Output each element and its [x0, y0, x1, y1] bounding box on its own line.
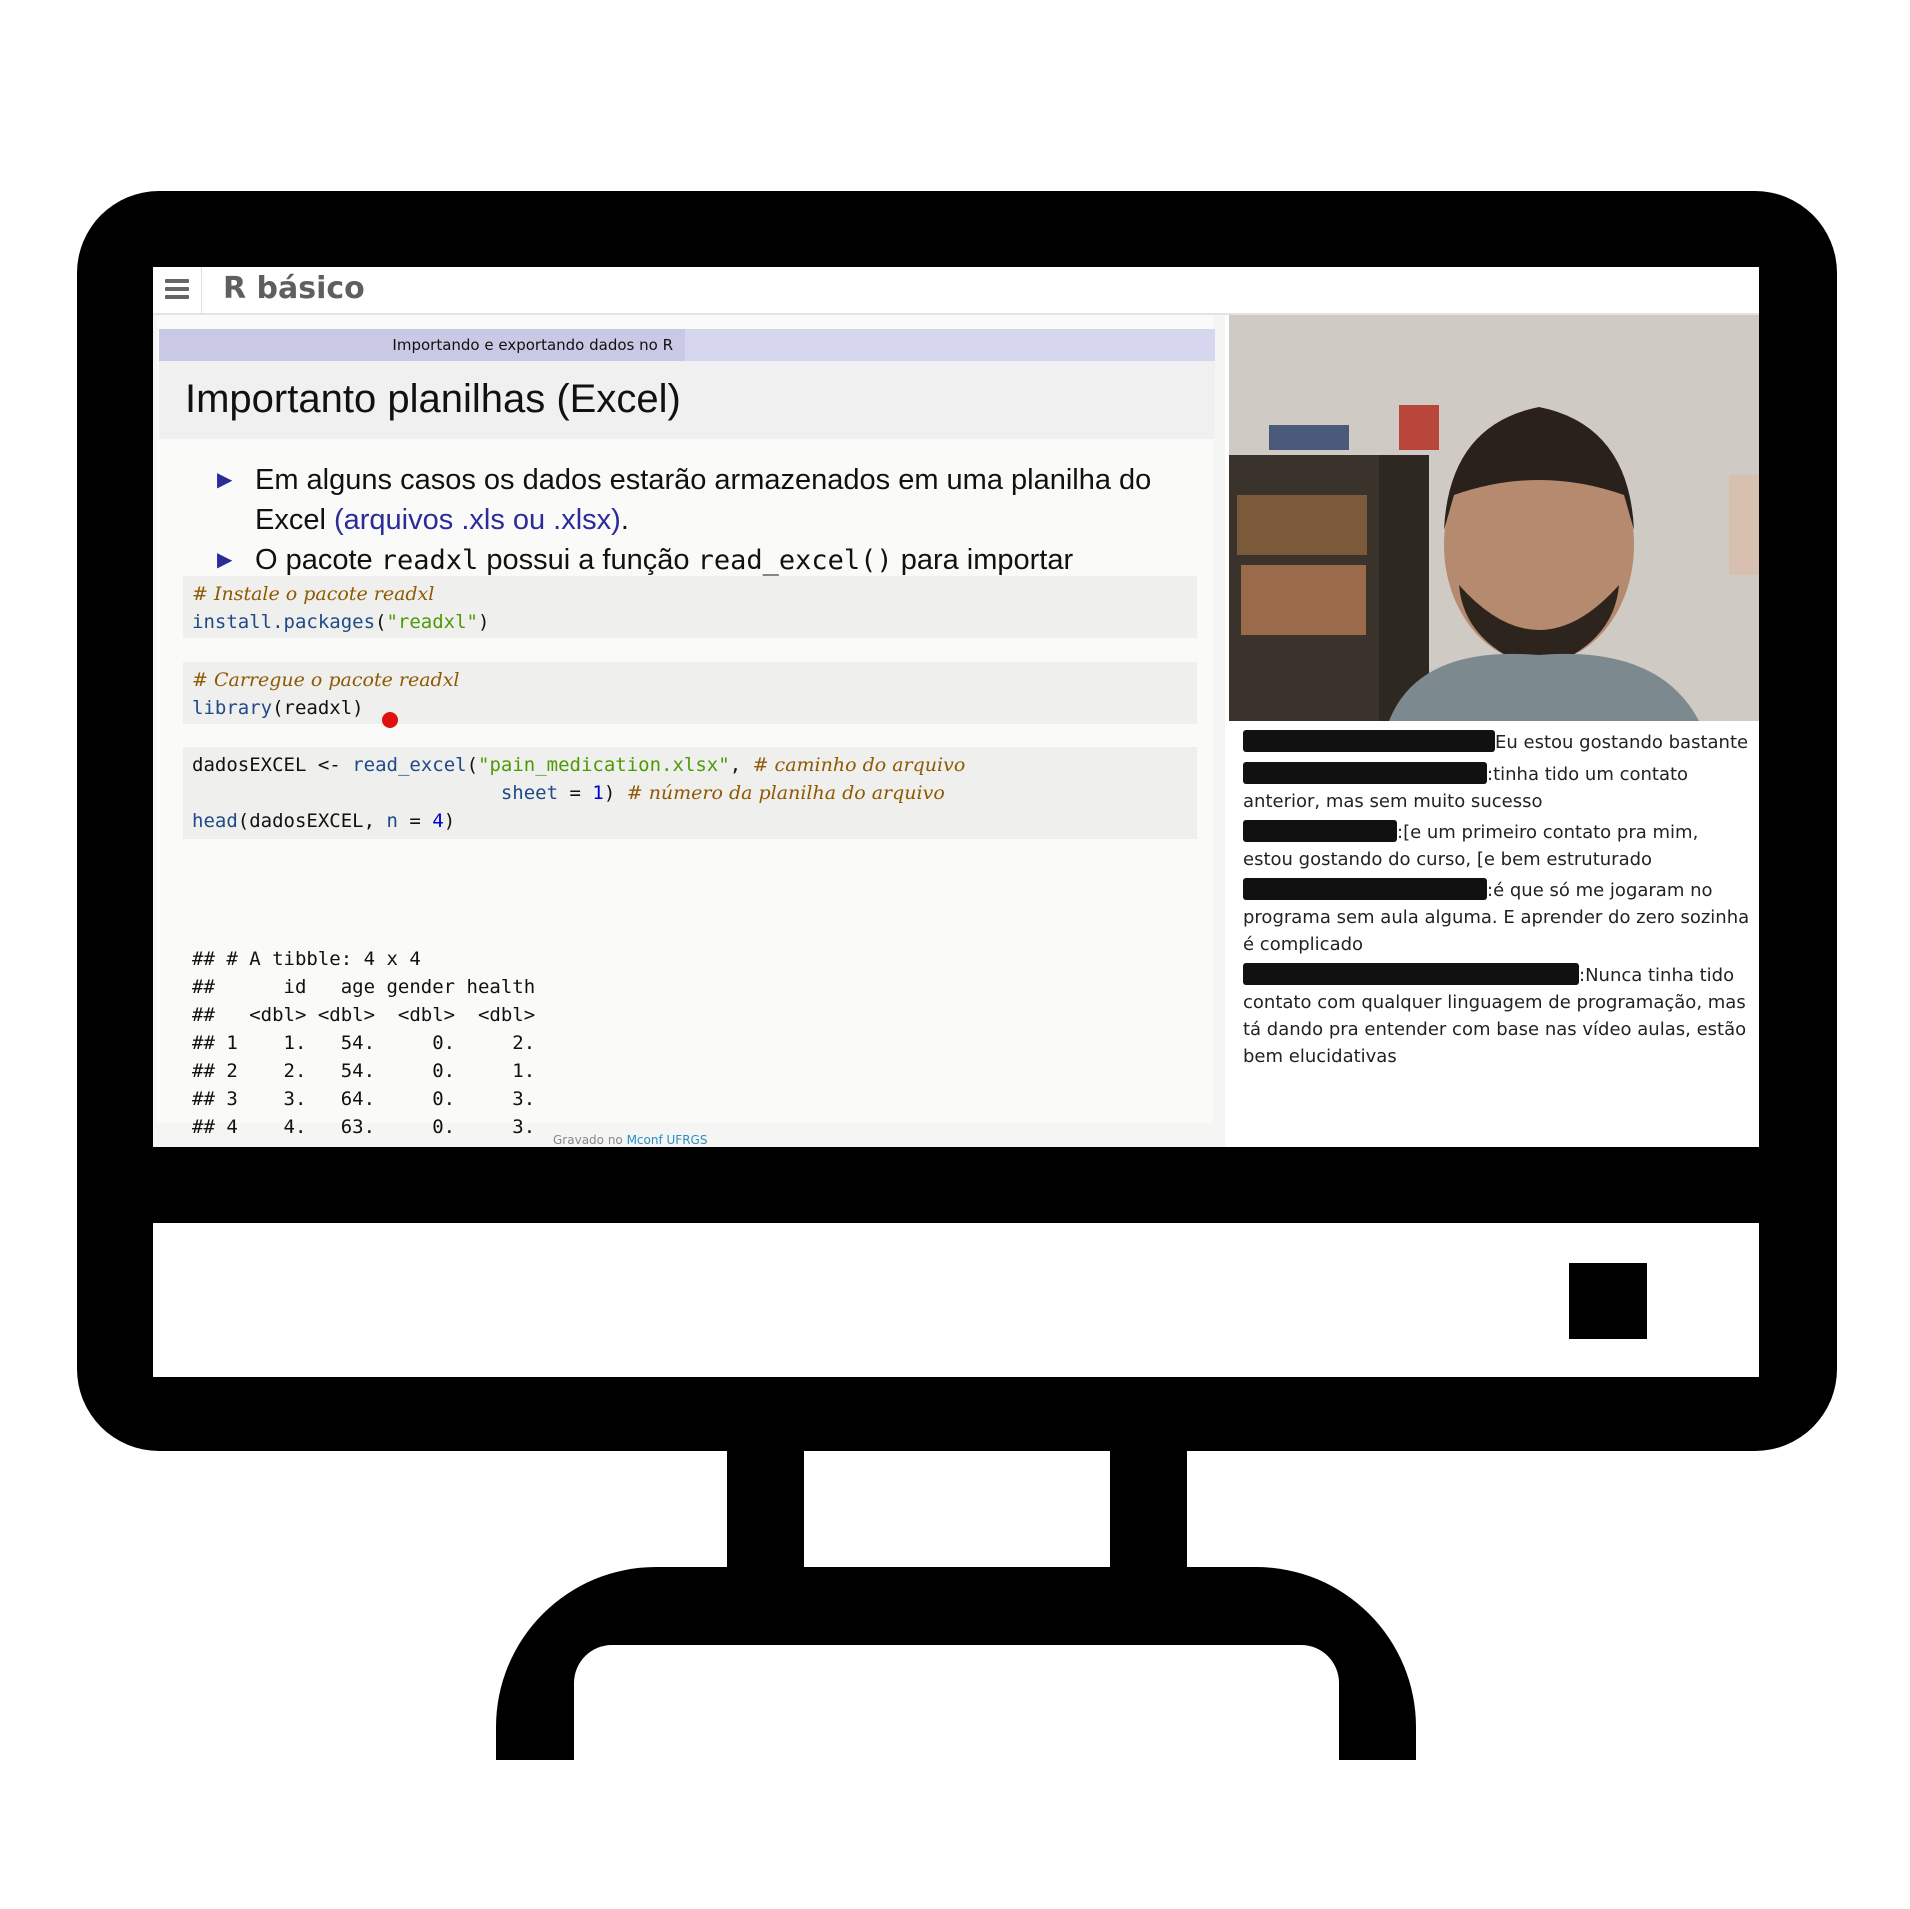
- slide-title-band: Importanto planilhas (Excel): [159, 361, 1215, 439]
- code-text: ): [603, 782, 627, 804]
- redacted-name: [1243, 730, 1495, 752]
- screen: R básico Importando e exportando dados n…: [153, 267, 1759, 1147]
- bullet-text: .: [620, 504, 629, 536]
- code-number: 1: [592, 782, 604, 804]
- bullet-highlight: (arquivos .xls ou .xlsx): [333, 504, 621, 536]
- code-function: library: [192, 697, 273, 719]
- chat-panel: Eu estou gostando bastante :tinha tido u…: [1229, 721, 1759, 1147]
- chat-message: :[e um primeiro contato pra mim, estou g…: [1243, 819, 1753, 873]
- webcam-image: [1229, 315, 1759, 721]
- code-text: (: [375, 611, 387, 633]
- recording-credit: Gravado no Mconf UFRGS: [553, 1133, 853, 1147]
- top-bar: R básico: [153, 267, 1759, 315]
- credit-link[interactable]: Mconf UFRGS: [627, 1133, 708, 1147]
- code-number: 4: [432, 810, 444, 832]
- code-argument: n: [386, 810, 398, 832]
- code-block-read-excel: dadosEXCEL <- read_excel("pain_medicatio…: [183, 747, 1197, 839]
- code-block-install: # Instale o pacote readxl install.packag…: [183, 576, 1197, 638]
- chat-message: :Nunca tinha tido contato com qualquer l…: [1243, 962, 1753, 1070]
- monitor-base-inner: [574, 1645, 1339, 1760]
- code-comment: # número da planilha do arquivo: [626, 782, 945, 804]
- monitor-power-button: [1569, 1263, 1647, 1339]
- package-name: readxl: [380, 545, 479, 576]
- topbar-divider: [201, 267, 202, 313]
- chat-message-text: Eu estou gostando bastante: [1495, 732, 1749, 753]
- bullet-text: O pacote: [255, 544, 381, 576]
- presentation-slide: Importando e exportando dados no R Impor…: [153, 315, 1225, 1147]
- code-function: install.packages: [192, 611, 376, 633]
- chat-message: :tinha tido um contato anterior, mas sem…: [1243, 761, 1753, 815]
- redacted-name: [1243, 820, 1397, 842]
- code-comment: # caminho do arquivo: [752, 754, 966, 776]
- chat-message: :é que só me jogaram no programa sem aul…: [1243, 877, 1753, 958]
- code-comment: # Carregue o pacote readxl: [192, 669, 460, 691]
- laser-pointer-dot: [382, 712, 398, 728]
- credit-prefix: Gravado no: [553, 1133, 627, 1147]
- code-text: =: [397, 810, 433, 832]
- slide-title: Importanto planilhas (Excel): [185, 377, 681, 421]
- code-block-library: # Carregue o pacote readxl library(readx…: [183, 662, 1197, 724]
- code-string: "readxl": [386, 611, 478, 633]
- code-text: ): [443, 810, 456, 832]
- webcam-video: [1229, 315, 1759, 721]
- code-operator: <-: [317, 754, 341, 776]
- monitor-chin: [153, 1223, 1759, 1377]
- code-comment: # Instale o pacote readxl: [192, 583, 435, 605]
- function-name: read_excel(): [697, 545, 893, 576]
- code-text: dadosEXCEL: [192, 754, 318, 776]
- slide-content: Importando e exportando dados no R Impor…: [157, 315, 1215, 1138]
- bullet-text: possui a função: [478, 544, 698, 576]
- code-function: head: [192, 810, 238, 832]
- code-string: "pain_medication.xlsx": [478, 754, 730, 776]
- redacted-name: [1243, 762, 1487, 784]
- section-label: Importando e exportando dados no R: [392, 336, 673, 354]
- console-output: ## # A tibble: 4 x 4 ## id age gender he…: [192, 948, 536, 1138]
- code-text: ,: [729, 754, 753, 776]
- triangle-bullet-icon: ▶: [217, 469, 233, 491]
- code-argument: sheet: [500, 782, 559, 804]
- chat-message: Eu estou gostando bastante: [1243, 729, 1753, 756]
- monitor-stand-right: [1110, 1450, 1187, 1570]
- section-navigation-bar: Importando e exportando dados no R: [159, 329, 1215, 361]
- bullet-item: ▶ Em alguns casos os dados estarão armaz…: [217, 460, 1177, 540]
- redacted-name: [1243, 878, 1487, 900]
- app-title: R básico: [223, 271, 365, 306]
- monitor-stand-left: [727, 1450, 804, 1570]
- current-section-highlight: Importando e exportando dados no R: [159, 329, 685, 361]
- redacted-name: [1243, 963, 1579, 985]
- code-text: (readxl): [272, 697, 364, 719]
- code-text: =: [558, 782, 593, 804]
- triangle-bullet-icon: ▶: [217, 549, 233, 571]
- code-text: (dadosEXCEL,: [237, 810, 387, 832]
- code-function: read_excel: [352, 754, 467, 776]
- code-text: ): [478, 611, 490, 633]
- hamburger-menu-icon[interactable]: [163, 275, 191, 303]
- code-text: (: [466, 754, 479, 776]
